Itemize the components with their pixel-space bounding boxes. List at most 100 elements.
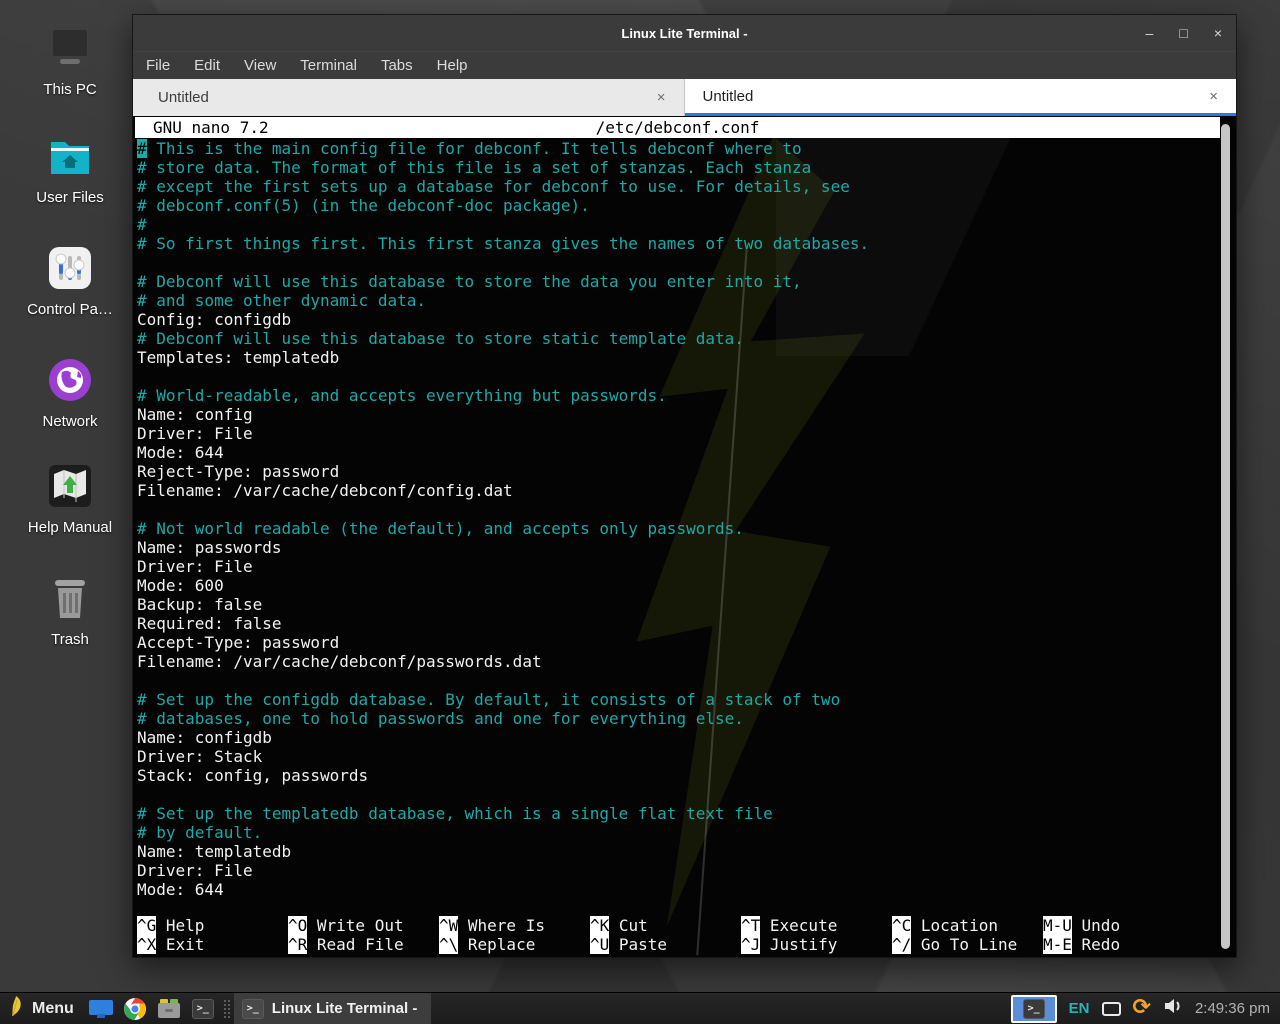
chrome-icon[interactable] [118, 993, 152, 1024]
desktop-icon-network[interactable]: Network [12, 358, 128, 430]
shortcut-key: ^/ [892, 935, 911, 954]
shortcut-label: Replace [458, 935, 535, 954]
computer-icon [46, 28, 94, 72]
window-titlebar[interactable]: Linux Lite Terminal - – □ × [133, 15, 1236, 51]
menu-terminal[interactable]: Terminal [300, 57, 357, 74]
editor-line: Name: configdb [137, 728, 1218, 747]
maximize-button[interactable]: □ [1179, 26, 1187, 40]
shortcut-paste: ^U Paste [590, 935, 741, 954]
editor-line: Required: false [137, 614, 1218, 633]
menu-button[interactable]: Menu [0, 993, 84, 1024]
text-cursor: # [137, 139, 147, 158]
shortcut-key: ^W [439, 916, 458, 935]
nano-filename: /etc/debconf.conf [135, 117, 1220, 138]
shortcut-key: ^J [741, 935, 760, 954]
shortcut-execute: ^T Execute [741, 916, 892, 935]
clock[interactable]: 2:49:36 pm [1195, 1000, 1270, 1017]
shortcut-key: ^R [288, 935, 307, 954]
shortcut-key: ^K [590, 916, 609, 935]
shortcut-label: Help [156, 916, 204, 935]
desktop-icon-control-panel[interactable]: Control Pa… [12, 246, 128, 318]
minimize-button[interactable]: – [1146, 26, 1154, 40]
editor-line: # Debconf will use this database to stor… [137, 329, 1218, 348]
tab-close-icon[interactable]: × [1209, 88, 1218, 105]
tray-active-window-button[interactable]: >_ [1011, 995, 1057, 1023]
close-button[interactable]: × [1214, 26, 1222, 40]
editor-line: # Set up the templatedb database, which … [137, 804, 1218, 823]
shortcut-go-to-line: ^/ Go To Line [892, 935, 1043, 954]
shortcut-key: ^G [137, 916, 156, 935]
shortcut-label: Redo [1072, 935, 1120, 954]
editor-line [137, 671, 1218, 690]
editor-line: Config: configdb [137, 310, 1218, 329]
nano-shortcuts: ^G Help^O Write Out^W Where Is^K Cut^T E… [137, 916, 1216, 954]
linux-lite-feather-icon [8, 995, 24, 1022]
editor-line: Mode: 644 [137, 880, 1218, 899]
shortcut-key: ^C [892, 916, 911, 935]
editor-line [137, 500, 1218, 519]
editor-line: Driver: File [137, 424, 1218, 443]
menu-view[interactable]: View [244, 57, 276, 74]
trash-icon [49, 576, 91, 620]
tab-untitled-1[interactable]: Untitled × [133, 79, 685, 116]
control-panel-icon [48, 246, 92, 290]
keyboard-layout-indicator[interactable]: EN [1069, 1000, 1090, 1017]
shortcut-cut: ^K Cut [590, 916, 741, 935]
volume-icon[interactable] [1163, 997, 1183, 1020]
editor-line: # [137, 215, 1218, 234]
menu-edit[interactable]: Edit [194, 57, 220, 74]
editor-line: # This is the main config file for debco… [137, 139, 1218, 158]
terminal-window: Linux Lite Terminal - – □ × File Edit View… [132, 14, 1237, 958]
shortcut-read-file: ^R Read File [288, 935, 439, 954]
shortcut-label: Execute [760, 916, 837, 935]
shortcut-label: Undo [1072, 916, 1120, 935]
desktop-icon-label: This PC [12, 81, 128, 98]
editor-line: Accept-Type: password [137, 633, 1218, 652]
editor-line: # So first things first. This first stan… [137, 234, 1218, 253]
tab-untitled-2[interactable]: Untitled × [685, 79, 1237, 116]
tab-label: Untitled [158, 89, 209, 106]
tab-close-icon[interactable]: × [657, 89, 666, 106]
shortcut-undo: M-U Undo [1043, 916, 1194, 935]
editor-line: # except the first sets up a database fo… [137, 177, 1218, 196]
menu-help[interactable]: Help [437, 57, 468, 74]
show-desktop-icon[interactable] [84, 993, 118, 1024]
shortcut-label: Read File [307, 935, 403, 954]
editor-line: # Debconf will use this database to stor… [137, 272, 1218, 291]
editor-line: Reject-Type: password [137, 462, 1218, 481]
desktop-icon-help-manual[interactable]: Help Manual [12, 464, 128, 536]
editor-line: # and some other dynamic data. [137, 291, 1218, 310]
desktop-icon-label: Trash [12, 631, 128, 648]
shortcut-redo: M-E Redo [1043, 935, 1194, 954]
editor-line: Name: templatedb [137, 842, 1218, 861]
keyboard-icon[interactable] [1102, 1002, 1121, 1016]
editor-line: Mode: 600 [137, 576, 1218, 595]
menu-tabs[interactable]: Tabs [381, 57, 413, 74]
editor-line: Stack: config, passwords [137, 766, 1218, 785]
updates-icon[interactable]: ⟳ [1133, 997, 1151, 1019]
terminal-icon[interactable]: >_ [186, 993, 220, 1024]
editor-line: Name: passwords [137, 538, 1218, 557]
shortcut-key: ^T [741, 916, 760, 935]
editor-line [137, 253, 1218, 272]
shortcut-where-is: ^W Where Is [439, 916, 590, 935]
shortcut-label: Exit [156, 935, 204, 954]
editor-line: Filename: /var/cache/debconf/config.dat [137, 481, 1218, 500]
terminal-icon: >_ [1023, 999, 1045, 1019]
shortcut-label: Location [911, 916, 998, 935]
editor-line: Name: config [137, 405, 1218, 424]
terminal-scrollbar[interactable] [1221, 124, 1230, 949]
file-manager-icon[interactable] [152, 993, 186, 1024]
desktop-icon-user-files[interactable]: User Files [12, 136, 128, 206]
taskbar-window-button[interactable]: >_ Linux Lite Terminal - [234, 993, 432, 1024]
terminal-view[interactable]: /etc/debconf.conf GNU nano 7.2 # This is… [133, 116, 1236, 957]
menu-file[interactable]: File [146, 57, 170, 74]
editor-line: # debconf.conf(5) (in the debconf-doc pa… [137, 196, 1218, 215]
desktop-icon-trash[interactable]: Trash [12, 576, 128, 648]
shortcut-label: Go To Line [911, 935, 1017, 954]
desktop: This PC User Files Control Pa… Network H… [0, 0, 1280, 1024]
tab-bar: Untitled × Untitled × [133, 79, 1236, 116]
desktop-icon-this-pc[interactable]: This PC [12, 28, 128, 98]
editor-line: Filename: /var/cache/debconf/passwords.d… [137, 652, 1218, 671]
shortcut-key: ^O [288, 916, 307, 935]
